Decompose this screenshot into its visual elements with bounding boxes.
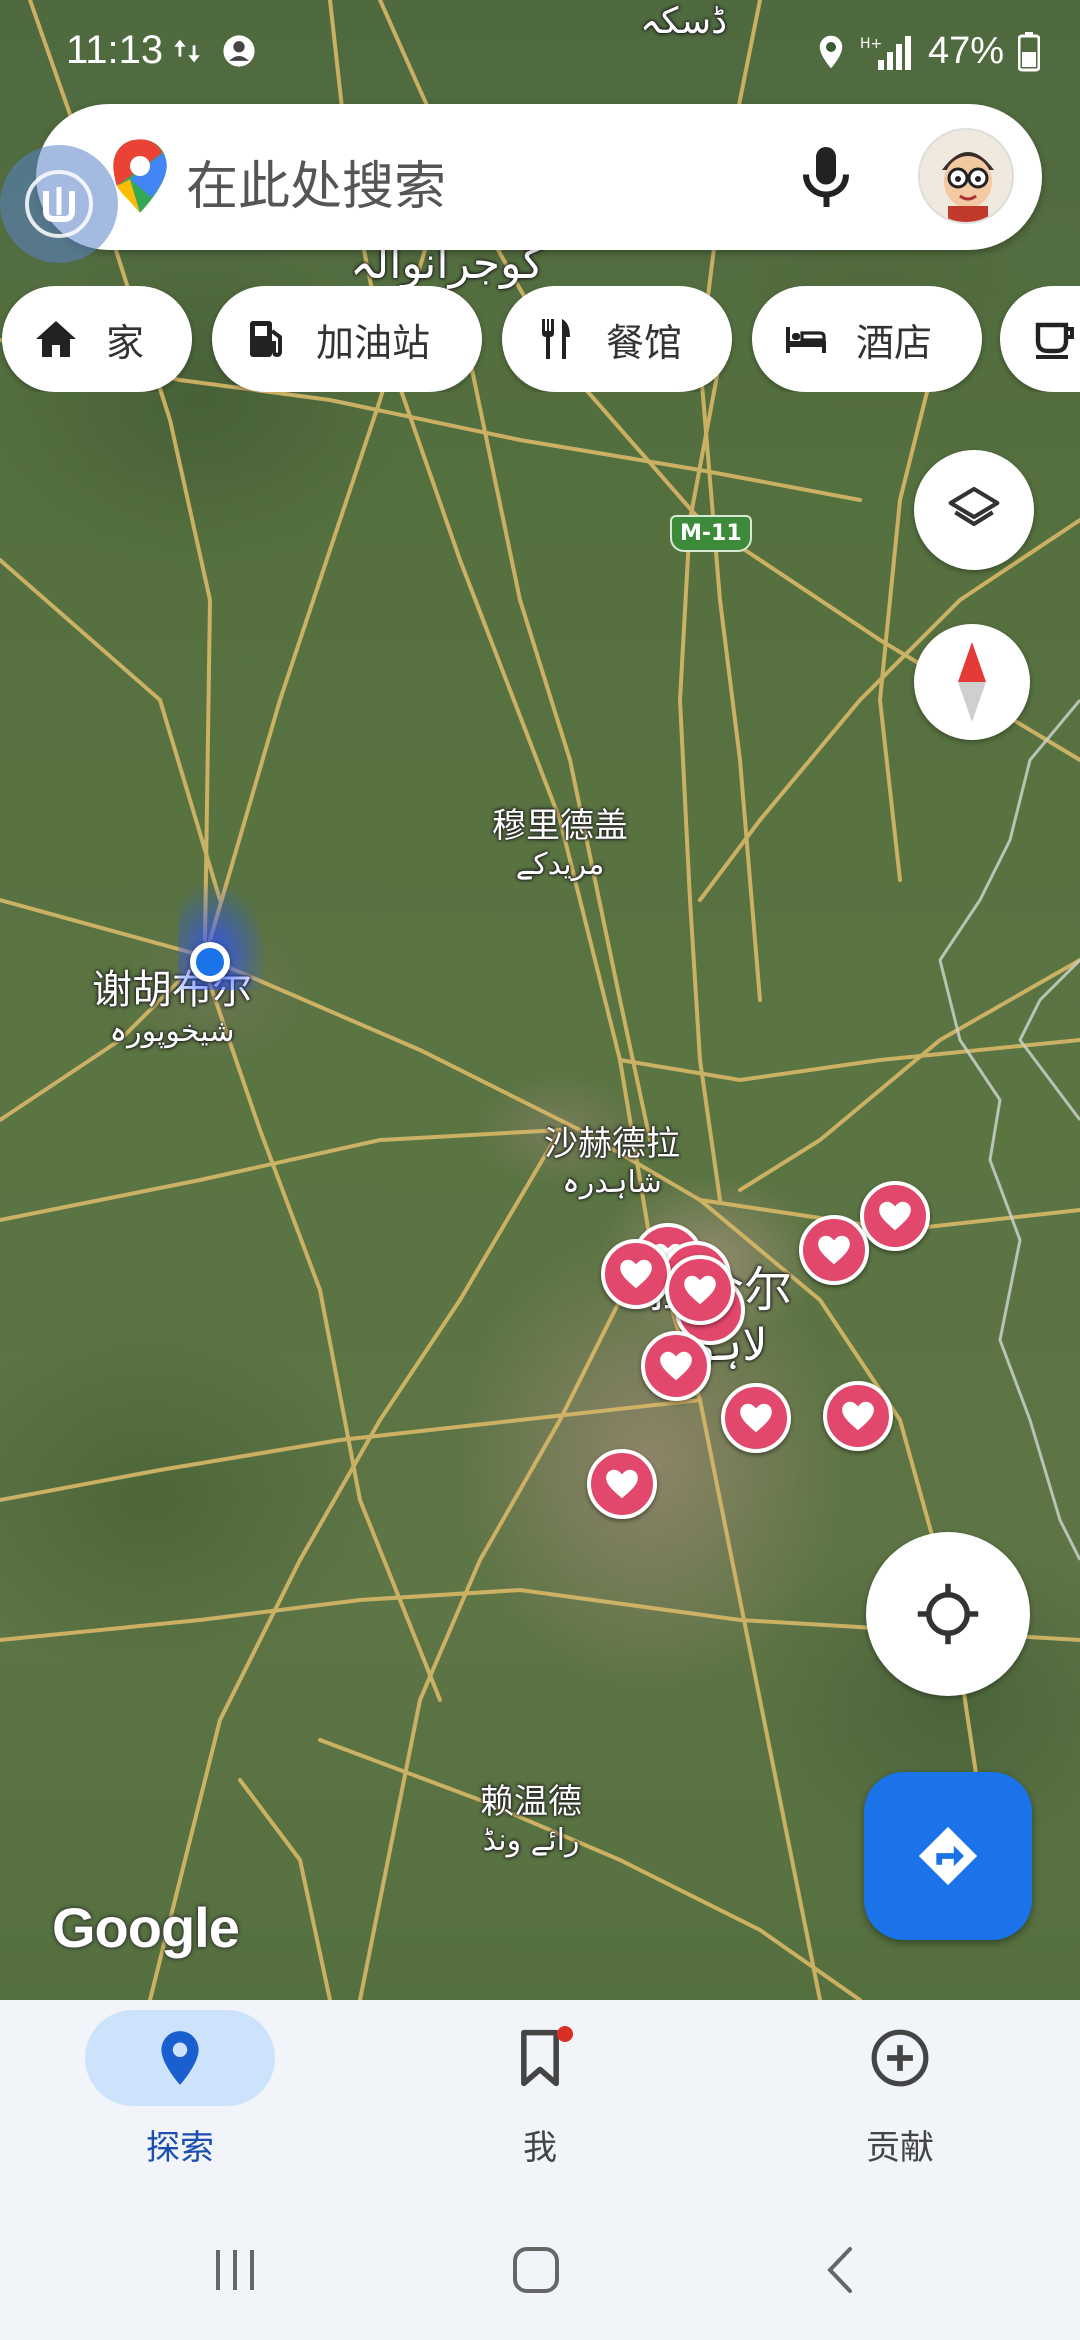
saved-place-heart-pin[interactable] (665, 1255, 735, 1325)
saved-place-heart-pin[interactable] (601, 1239, 671, 1309)
my-location-icon (917, 1583, 979, 1645)
category-chips: 家 加油站 餐馆 酒店 (0, 286, 1080, 392)
system-navigation-bar (0, 2200, 1080, 2340)
status-time: 11:13 (66, 28, 164, 72)
add-circle-icon (871, 2029, 929, 2087)
chip-label: 加油站 (316, 320, 431, 365)
saved-place-heart-pin[interactable] (587, 1449, 657, 1519)
map-label-shahdara[interactable]: 沙赫德拉 شاہدرہ (544, 1124, 680, 1201)
location-icon (819, 35, 843, 68)
chip-label: 家 (106, 320, 145, 365)
home-system-button[interactable] (496, 2240, 576, 2300)
heart-icon (818, 1235, 850, 1265)
nav-explore[interactable]: 探索 (50, 2010, 310, 2190)
recent-apps-button[interactable] (195, 2240, 275, 2300)
compass-button[interactable] (914, 624, 1030, 740)
chip-restaurant[interactable]: 餐馆 (502, 286, 732, 392)
bottom-navigation: 探索 我 贡献 (0, 2000, 1080, 2200)
mic-icon[interactable] (796, 142, 856, 212)
heart-icon (660, 1351, 692, 1381)
heart-icon (879, 1201, 911, 1231)
saved-place-heart-pin[interactable] (721, 1383, 791, 1453)
avatar-cartoon-icon (920, 130, 1012, 222)
svg-text:H+: H+ (860, 36, 882, 52)
recent-apps-icon (216, 2250, 254, 2290)
battery-percent: 47% (927, 30, 1004, 72)
map-label-sub: مریدکے (515, 846, 605, 882)
saved-place-heart-pin[interactable] (823, 1381, 893, 1451)
search-input[interactable]: 在此处搜索 (186, 144, 446, 219)
saved-place-heart-pin[interactable] (799, 1215, 869, 1285)
floating-app-badge[interactable] (0, 145, 118, 263)
coffee-icon (1035, 322, 1074, 359)
hotel-icon (786, 327, 826, 353)
nav-label: 探索 (146, 2128, 214, 2168)
back-system-button[interactable] (800, 2240, 880, 2300)
map-label-name: 沙赫德拉 (544, 1124, 680, 1164)
account-circle-icon (223, 35, 255, 67)
back-icon (827, 2247, 852, 2293)
layers-icon (948, 486, 1000, 527)
current-location-dot[interactable] (190, 942, 230, 982)
map-label-sub: رائے ونڈ (482, 1822, 580, 1858)
chip-coffee[interactable] (1000, 286, 1080, 392)
avatar[interactable] (918, 128, 1014, 224)
floating-app-icon (25, 170, 93, 238)
map-label-muridke[interactable]: 穆里德盖 مریدکے (492, 806, 628, 883)
heart-icon (606, 1469, 638, 1499)
nav-label: 我 (523, 2128, 557, 2168)
directions-icon (918, 1826, 978, 1886)
nav-label: 贡献 (866, 2128, 934, 2168)
restaurant-icon (542, 319, 570, 359)
map-label-raiwind[interactable]: 赖温德 رائے ونڈ (480, 1782, 582, 1859)
gas-station-icon (250, 321, 282, 358)
saved-place-heart-pin[interactable] (641, 1331, 711, 1401)
chip-home[interactable]: 家 (2, 286, 192, 392)
home-button-icon (513, 2247, 559, 2293)
highway-shield-m11: M-11 (670, 515, 752, 552)
chip-label: 酒店 (856, 320, 933, 365)
map-label-name: 赖温德 (480, 1782, 582, 1822)
saved-place-heart-pin[interactable] (860, 1181, 930, 1251)
data-transfer-icon (174, 39, 200, 63)
explore-pin-icon (161, 2031, 199, 2085)
heart-icon (620, 1259, 652, 1289)
map-label-name: 穆里德盖 (492, 806, 628, 846)
heart-icon (684, 1275, 716, 1305)
signal-icon: H+ (860, 35, 911, 70)
battery-icon (1018, 31, 1040, 71)
notification-badge (557, 2026, 573, 2042)
my-location-button[interactable] (866, 1532, 1030, 1696)
status-bar: 11:13 H+ 47% (0, 0, 1080, 100)
chip-gas-station[interactable]: 加油站 (212, 286, 482, 392)
layers-button[interactable] (914, 450, 1034, 570)
heart-icon (740, 1403, 772, 1433)
map-label-sub: شاہدرہ (562, 1164, 662, 1200)
search-bar[interactable]: 在此处搜索 (36, 104, 1042, 250)
directions-button[interactable] (864, 1772, 1032, 1940)
nav-contribute[interactable]: 贡献 (770, 2010, 1030, 2190)
compass-icon (958, 642, 986, 722)
map-label-sub: شیخوپورہ (109, 1014, 235, 1049)
heart-icon (842, 1401, 874, 1431)
chip-hotel[interactable]: 酒店 (752, 286, 982, 392)
nav-me[interactable]: 我 (410, 2010, 670, 2190)
chip-label: 餐馆 (606, 320, 683, 365)
google-watermark: Google (52, 1896, 240, 1959)
home-icon (36, 321, 76, 357)
